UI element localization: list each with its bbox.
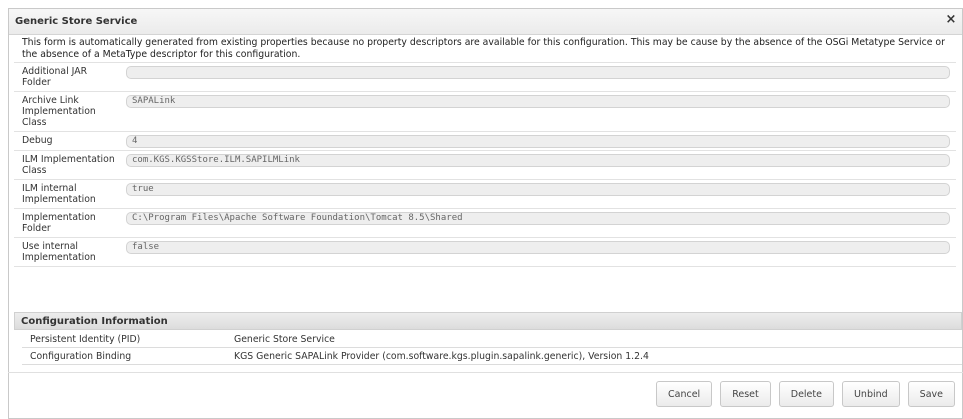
properties-table: Additional JAR Folder Archive Link Imple…: [14, 62, 956, 267]
property-label: Use internal Implementation: [22, 241, 96, 263]
table-row: Configuration Binding KGS Generic SAPALi…: [22, 348, 962, 365]
property-row: Implementation Folder C:\Program Files\A…: [14, 209, 956, 238]
property-label: Archive Link Implementation Class: [22, 95, 96, 128]
save-button[interactable]: Save: [907, 381, 955, 407]
property-row: Use internal Implementation false: [14, 238, 956, 267]
property-label: Debug: [22, 135, 53, 146]
debug-input[interactable]: 4: [126, 135, 950, 148]
use-internal-implementation-input[interactable]: false: [126, 241, 950, 254]
property-label: ILM Implementation Class: [22, 154, 115, 176]
info-value: KGS Generic SAPALink Provider (com.softw…: [234, 350, 649, 362]
property-label: Additional JAR Folder: [22, 66, 88, 88]
archive-link-class-input[interactable]: SAPALink: [126, 95, 950, 108]
table-row: Persistent Identity (PID) Generic Store …: [22, 331, 962, 348]
info-key: Persistent Identity (PID): [30, 333, 141, 345]
form-description: This form is automatically generated fro…: [22, 37, 945, 60]
ilm-internal-implementation-input[interactable]: true: [126, 183, 950, 196]
button-bar: Cancel Reset Delete Unbind Save: [656, 381, 955, 407]
delete-button[interactable]: Delete: [778, 381, 834, 407]
property-label: Implementation Folder: [22, 212, 96, 234]
close-icon[interactable]: ×: [944, 13, 958, 27]
additional-jar-folder-input[interactable]: [126, 66, 950, 79]
property-label: ILM internal Implementation: [22, 183, 96, 205]
property-row: ILM internal Implementation true: [14, 180, 956, 209]
dialog-titlebar: Generic Store Service ×: [9, 9, 962, 35]
cancel-button[interactable]: Cancel: [656, 381, 713, 407]
property-row: Debug 4: [14, 132, 956, 151]
property-row: Additional JAR Folder: [14, 63, 956, 92]
reset-button[interactable]: Reset: [720, 381, 771, 407]
property-row: Archive Link Implementation Class SAPALi…: [14, 92, 956, 132]
property-row: ILM Implementation Class com.KGS.KGSStor…: [14, 151, 956, 180]
configuration-information-heading: Configuration Information: [14, 312, 962, 330]
unbind-button[interactable]: Unbind: [841, 381, 900, 407]
dialog-title: Generic Store Service: [15, 16, 138, 27]
implementation-folder-input[interactable]: C:\Program Files\Apache Software Foundat…: [126, 212, 950, 225]
configuration-info-table: Persistent Identity (PID) Generic Store …: [22, 331, 962, 365]
info-key: Configuration Binding: [30, 350, 132, 362]
info-value: Generic Store Service: [234, 333, 335, 345]
ilm-implementation-class-input[interactable]: com.KGS.KGSStore.ILM.SAPILMLink: [126, 154, 950, 167]
divider: [8, 372, 963, 373]
